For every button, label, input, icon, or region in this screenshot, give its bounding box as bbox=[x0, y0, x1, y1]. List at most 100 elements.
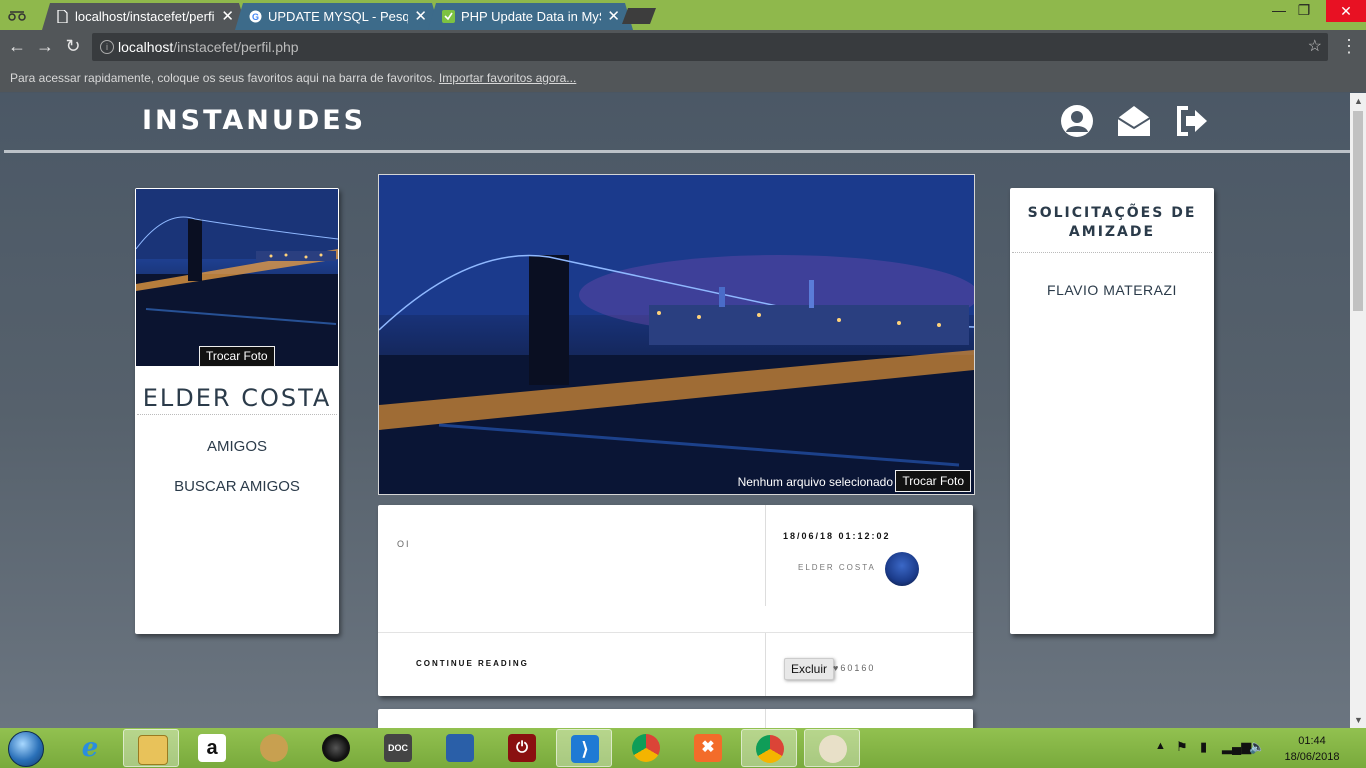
tab-close-icon[interactable]: ✕ bbox=[414, 3, 427, 30]
clock-date: 18/06/2018 bbox=[1284, 751, 1340, 763]
tab-title: PHP Update Data in MySQL bbox=[461, 9, 599, 24]
page-icon bbox=[56, 10, 69, 23]
svg-text:G: G bbox=[252, 12, 259, 22]
friend-requests-card: SOLICITAÇÕES DE AMIZADE FLAVIO MATERAZI bbox=[1010, 188, 1214, 634]
windows-taskbar: e a DOC ⏻ ⟩ ✖ ▲ ⚑ ▮ ▂▄▆ 🔈 01:44 18/06/20… bbox=[0, 728, 1366, 768]
tab-perfil[interactable]: localhost/instacefet/perfil ✕ bbox=[42, 3, 247, 30]
user-circle-icon[interactable] bbox=[1059, 103, 1095, 139]
site-info-icon[interactable]: i bbox=[100, 40, 114, 54]
xampp-icon: ✖ bbox=[694, 734, 722, 762]
browser-toolbar: ← → ↻ i localhost/instacefet/perfil.php … bbox=[0, 30, 1366, 64]
tab-update-mysql[interactable]: G UPDATE MYSQL - Pesquisa ✕ bbox=[235, 3, 440, 30]
change-cover-photo-button[interactable]: Trocar Foto bbox=[895, 470, 971, 492]
browser-menu-icon[interactable]: ⋮ bbox=[1340, 36, 1358, 57]
page-viewport: INSTANUDES Trocar Foto ELDER COSTA AMIGO… bbox=[0, 93, 1350, 728]
profile-card: Trocar Foto ELDER COSTA AMIGOS BUSCAR AM… bbox=[135, 188, 339, 634]
like-count[interactable]: ♥60160 bbox=[833, 663, 875, 673]
show-hidden-icons[interactable]: ▲ bbox=[1155, 740, 1166, 752]
page-scrollbar[interactable]: ▲ ▼ bbox=[1350, 93, 1366, 728]
profile-photo bbox=[136, 189, 338, 366]
forward-button[interactable]: → bbox=[33, 36, 57, 57]
scroll-down-icon[interactable]: ▼ bbox=[1354, 715, 1363, 725]
control-panel-icon bbox=[446, 734, 474, 762]
flag-icon[interactable]: ⚑ bbox=[1176, 739, 1188, 755]
divider bbox=[765, 633, 766, 696]
post-author[interactable]: ELDER COSTA bbox=[798, 563, 876, 572]
taskbar-ie[interactable]: e bbox=[62, 729, 118, 767]
tab-title: localhost/instacefet/perfil bbox=[75, 9, 215, 24]
tab-close-icon[interactable]: ✕ bbox=[221, 3, 234, 30]
profile-name: ELDER COSTA bbox=[142, 384, 332, 412]
close-window-button[interactable]: ✕ bbox=[1326, 0, 1366, 22]
taskbar-vscode[interactable]: ⟩ bbox=[556, 729, 612, 767]
url-text: localhost/instacefet/perfil.php bbox=[118, 39, 299, 55]
search-friends-link[interactable]: BUSCAR AMIGOS bbox=[135, 478, 339, 495]
vscode-icon: ⟩ bbox=[571, 735, 599, 763]
taskbar-xampp[interactable]: ✖ bbox=[680, 729, 736, 767]
volume-icon[interactable]: 🔈 bbox=[1249, 739, 1265, 755]
bookmark-star-icon[interactable]: ☆ bbox=[1308, 33, 1322, 61]
restore-button[interactable]: ❐ bbox=[1290, 2, 1318, 19]
friend-requests-title: SOLICITAÇÕES DE AMIZADE bbox=[1027, 205, 1197, 240]
post-body-text: OI bbox=[397, 539, 411, 549]
taskbar-chrome-1[interactable] bbox=[618, 729, 674, 767]
chrome-icon bbox=[632, 734, 660, 762]
internet-explorer-icon: e bbox=[81, 733, 99, 763]
taskbar-paint[interactable] bbox=[804, 729, 860, 767]
taskbar-doc-scanner[interactable]: DOC bbox=[370, 729, 426, 767]
site-favicon-icon bbox=[442, 10, 455, 23]
amazon-icon: a bbox=[198, 734, 226, 762]
post-card: OI 18/06/18 01:12:02 ELDER COSTA CONTINU… bbox=[378, 505, 973, 696]
taskbar-control-panel[interactable] bbox=[432, 729, 488, 767]
import-bookmarks-link[interactable]: Importar favoritos agora... bbox=[439, 71, 576, 85]
back-button[interactable]: ← bbox=[5, 36, 29, 57]
post-card-next bbox=[378, 709, 973, 728]
change-profile-photo-button[interactable]: Trocar Foto bbox=[199, 346, 275, 367]
scrollbar-thumb[interactable] bbox=[1353, 111, 1363, 311]
avatar[interactable] bbox=[885, 552, 919, 586]
browser-tabstrip: localhost/instacefet/perfil ✕ G UPDATE M… bbox=[0, 0, 1366, 30]
network-icon[interactable]: ▂▄▆ bbox=[1222, 739, 1251, 755]
bookmarks-bar: Para acessar rapidamente, coloque os seu… bbox=[0, 64, 1366, 92]
file-explorer-icon bbox=[138, 735, 168, 765]
header-divider bbox=[4, 150, 1350, 153]
taskbar-amazon[interactable]: a bbox=[184, 729, 240, 767]
window-menu-icon[interactable] bbox=[8, 8, 26, 22]
friend-request-item[interactable]: FLAVIO MATERAZI bbox=[1010, 282, 1214, 298]
taskbar-clock[interactable]: 01:44 18/06/2018 bbox=[1282, 733, 1342, 765]
clock-time: 01:44 bbox=[1298, 735, 1326, 747]
divider bbox=[765, 505, 766, 606]
file-status-text: Nenhum arquivo selecionado bbox=[737, 475, 893, 489]
paint-icon bbox=[819, 735, 847, 763]
cover-photo: Nenhum arquivo selecionado Trocar Foto bbox=[378, 174, 975, 495]
battery-icon[interactable]: ▮ bbox=[1200, 739, 1207, 755]
taskbar-chrome-2[interactable] bbox=[741, 729, 797, 767]
tab-title: UPDATE MYSQL - Pesquisa bbox=[268, 9, 408, 24]
chrome-icon bbox=[756, 735, 784, 763]
taskbar-explorer[interactable] bbox=[123, 729, 179, 767]
address-bar[interactable]: i localhost/instacefet/perfil.php ☆ bbox=[92, 33, 1328, 61]
site-logo[interactable]: INSTANUDES bbox=[142, 105, 366, 136]
tab-php-update[interactable]: PHP Update Data in MySQL ✕ bbox=[428, 3, 633, 30]
continue-reading-link[interactable]: CONTINUE READING bbox=[416, 659, 529, 668]
start-button[interactable] bbox=[8, 731, 44, 767]
divider bbox=[378, 632, 973, 633]
media-player-icon bbox=[260, 734, 288, 762]
bookmarks-message: Para acessar rapidamente, coloque os seu… bbox=[10, 71, 577, 85]
minimize-button[interactable]: — bbox=[1265, 2, 1293, 18]
google-icon: G bbox=[249, 10, 262, 23]
taskbar-media-player[interactable] bbox=[246, 729, 302, 767]
bridge-image bbox=[136, 189, 338, 366]
reload-button[interactable]: ↻ bbox=[61, 36, 85, 57]
doc-scanner-icon: DOC bbox=[384, 734, 412, 762]
scroll-up-icon[interactable]: ▲ bbox=[1354, 96, 1363, 106]
tab-close-icon[interactable]: ✕ bbox=[607, 3, 620, 30]
speaker-icon bbox=[322, 734, 350, 762]
friends-link[interactable]: AMIGOS bbox=[135, 438, 339, 455]
delete-post-button[interactable]: Excluir bbox=[784, 658, 835, 680]
power-icon: ⏻ bbox=[508, 734, 536, 762]
sign-out-icon[interactable] bbox=[1174, 103, 1210, 139]
taskbar-speaker[interactable] bbox=[308, 729, 364, 767]
taskbar-power[interactable]: ⏻ bbox=[494, 729, 550, 767]
envelope-open-icon[interactable] bbox=[1116, 103, 1152, 139]
